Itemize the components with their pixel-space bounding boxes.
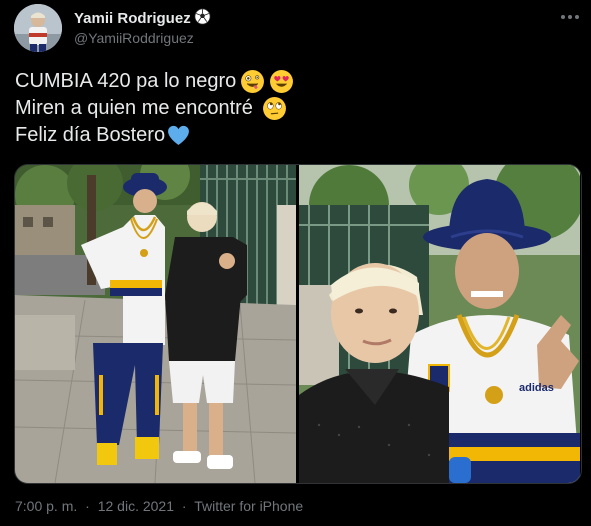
tweet-line-text: CUMBIA 420 pa lo negro bbox=[15, 70, 237, 92]
tweet-date[interactable]: 12 dic. 2021 bbox=[98, 498, 174, 514]
tweet-photo[interactable]: adidas bbox=[299, 165, 580, 483]
tweet-source[interactable]: Twitter for iPhone bbox=[194, 498, 303, 514]
tweet-line-text: Miren a quien me encontré bbox=[15, 97, 253, 119]
avatar[interactable] bbox=[14, 4, 62, 52]
meta-separator: · bbox=[85, 498, 90, 514]
meta-separator: · bbox=[181, 498, 187, 514]
rolling-eyes-emoji bbox=[262, 96, 287, 121]
tweet-line: Miren a quien me encontré bbox=[15, 95, 575, 122]
tweet: Yamii Rodriguez @YamiiRoddriguez CUMBIA … bbox=[0, 0, 591, 526]
tweet-line-text: Feliz día Bostero bbox=[15, 124, 166, 146]
soccer-ball-emoji bbox=[194, 8, 211, 29]
heart-eyes-emoji bbox=[269, 69, 294, 94]
more-options-icon[interactable] bbox=[556, 6, 584, 28]
tweet-photo[interactable] bbox=[15, 165, 296, 483]
author-handle[interactable]: @YamiiRoddriguez bbox=[74, 30, 194, 46]
shirt-brand-text: adidas bbox=[519, 382, 554, 394]
author-display-name: Yamii Rodriguez bbox=[74, 10, 191, 27]
tweet-meta: 7:00 p. m. · 12 dic. 2021 · Twitter for … bbox=[15, 498, 307, 514]
tweet-time[interactable]: 7:00 p. m. bbox=[15, 498, 77, 514]
tweet-line: CUMBIA 420 pa lo negro bbox=[15, 68, 575, 95]
author-name[interactable]: Yamii Rodriguez bbox=[74, 8, 211, 29]
blue-heart-emoji bbox=[166, 123, 191, 148]
tweet-text: CUMBIA 420 pa lo negro Miren a quien me … bbox=[15, 68, 575, 149]
zany-face-emoji bbox=[240, 69, 265, 94]
tweet-line: Feliz día Bostero bbox=[15, 122, 575, 149]
tweet-media[interactable]: adidas bbox=[14, 164, 582, 484]
